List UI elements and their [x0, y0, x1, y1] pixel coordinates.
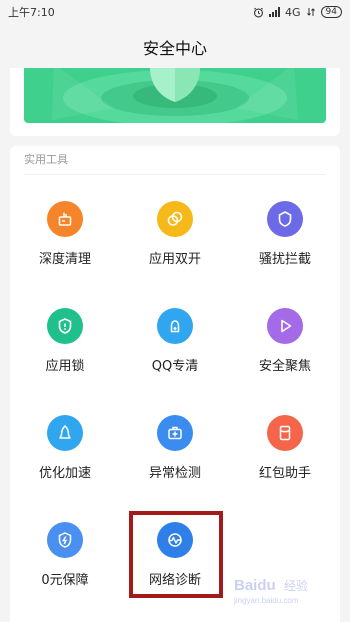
tool-label: 优化加速 — [38, 466, 91, 481]
tool-label: 应用锁 — [45, 359, 85, 374]
banner-card[interactable] — [10, 68, 340, 136]
medkit-icon — [157, 415, 193, 451]
baidu-watermark: Baidu 经验 jingyan.baidu.com — [233, 577, 308, 605]
tool-label: 深度清理 — [38, 252, 91, 267]
title-bar: 安全中心 — [0, 24, 350, 70]
tool-app-lock[interactable]: 应用锁 — [10, 298, 120, 398]
highlight-box — [129, 511, 223, 598]
watermark-url: jingyan.baidu.com — [233, 596, 299, 605]
broom-icon — [47, 201, 83, 237]
tool-qq-clean[interactable]: QQ专清 — [120, 298, 230, 398]
shield-illustration — [52, 68, 298, 123]
envelope-icon — [267, 415, 303, 451]
tool-label: 异常检测 — [148, 466, 201, 481]
shield-icon — [267, 201, 303, 237]
play-icon — [267, 308, 303, 344]
section-title: 实用工具 — [24, 153, 68, 166]
tool-label: 骚扰拦截 — [258, 252, 311, 267]
tool-label: 红包助手 — [258, 466, 311, 481]
status-bar: 上午7:10 4G 94 — [0, 0, 350, 24]
tool-optimize[interactable]: 优化加速 — [10, 405, 120, 505]
tool-label: 应用双开 — [148, 252, 201, 267]
battery-indicator: 94 — [320, 6, 342, 18]
sync-icon — [306, 8, 315, 16]
tool-zero-guarantee[interactable]: 0元保障 — [10, 512, 120, 612]
tool-anomaly-check[interactable]: 异常检测 — [120, 405, 230, 505]
rocket-icon — [47, 415, 83, 451]
tool-label: QQ专清 — [151, 359, 199, 374]
watermark-brand: Baidu — [234, 577, 276, 594]
dual-circle-icon — [157, 201, 193, 237]
tool-safe-focus[interactable]: 安全聚焦 — [230, 298, 340, 398]
watermark-sub: 经验 — [284, 578, 308, 593]
qq-clean-icon — [157, 308, 193, 344]
bolt-shield-icon — [47, 522, 83, 558]
tool-deep-clean[interactable]: 深度清理 — [10, 191, 120, 291]
status-icons: 4G 94 — [253, 6, 342, 19]
lock-shield-icon — [47, 308, 83, 344]
tools-card: 实用工具 深度清理 应用双开 骚扰拦截 应用锁 QQ专清 安全聚焦 优化加速 异… — [10, 146, 340, 622]
tool-label: 0元保障 — [41, 573, 89, 588]
tool-label: 安全聚焦 — [258, 359, 311, 374]
alarm-icon — [254, 7, 264, 17]
section-divider — [24, 174, 326, 175]
tool-red-packet[interactable]: 红包助手 — [230, 405, 340, 505]
tool-dual-app[interactable]: 应用双开 — [120, 191, 230, 291]
tool-harass-block[interactable]: 骚扰拦截 — [230, 191, 340, 291]
network-type: 4G — [285, 5, 301, 19]
page-title: 安全中心 — [142, 39, 207, 58]
banner-image — [24, 68, 326, 123]
signal-icon — [269, 7, 281, 17]
status-time: 上午7:10 — [8, 6, 55, 19]
